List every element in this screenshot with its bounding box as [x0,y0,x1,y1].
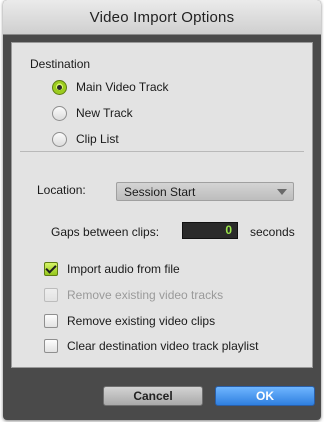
destination-heading: Destination [30,57,91,71]
radio-clip-list[interactable]: Clip List [52,129,119,149]
radio-label: Clip List [76,132,119,146]
section-divider [20,151,304,152]
location-label: Location: [37,183,86,197]
options-panel: Destination Main Video Track New Track C… [11,42,313,368]
checkbox-label: Remove existing video clips [67,314,216,328]
location-dropdown[interactable]: Session Start [116,182,294,201]
chevron-down-icon [277,189,287,195]
checkbox-checked[interactable] [44,262,58,276]
ok-button[interactable]: OK [215,386,315,406]
checkbox-label: Clear destination video track playlist [67,339,259,353]
dialog-window: Video Import Options Destination Main Vi… [3,0,321,420]
checkbox-import-audio[interactable]: Import audio from file [44,260,180,278]
checkbox-label: Remove existing video tracks [67,288,224,302]
radio-new-track[interactable]: New Track [52,103,133,123]
title-bar[interactable]: Video Import Options [3,0,321,35]
checkbox-remove-video-clips[interactable]: Remove existing video clips [44,312,215,330]
radio-button[interactable] [52,105,67,121]
gaps-unit-label: seconds [250,225,295,239]
radio-button[interactable] [52,131,67,147]
gaps-label: Gaps between clips: [51,225,160,239]
checkbox-clear-playlist[interactable]: Clear destination video track playlist [44,337,258,355]
checkbox[interactable] [44,339,58,353]
checkbox-remove-video-tracks: Remove existing video tracks [44,286,223,304]
checkbox-disabled [44,288,58,302]
radio-button-selected[interactable] [52,79,67,95]
checkbox[interactable] [44,314,58,328]
radio-main-video-track[interactable]: Main Video Track [52,77,169,97]
radio-label: Main Video Track [76,80,169,94]
radio-label: New Track [76,106,133,120]
window-title: Video Import Options [89,8,235,26]
checkbox-label: Import audio from file [67,262,180,276]
cancel-button[interactable]: Cancel [103,386,203,406]
gaps-value-field[interactable]: 0 [182,222,238,239]
location-value: Session Start [124,185,196,199]
